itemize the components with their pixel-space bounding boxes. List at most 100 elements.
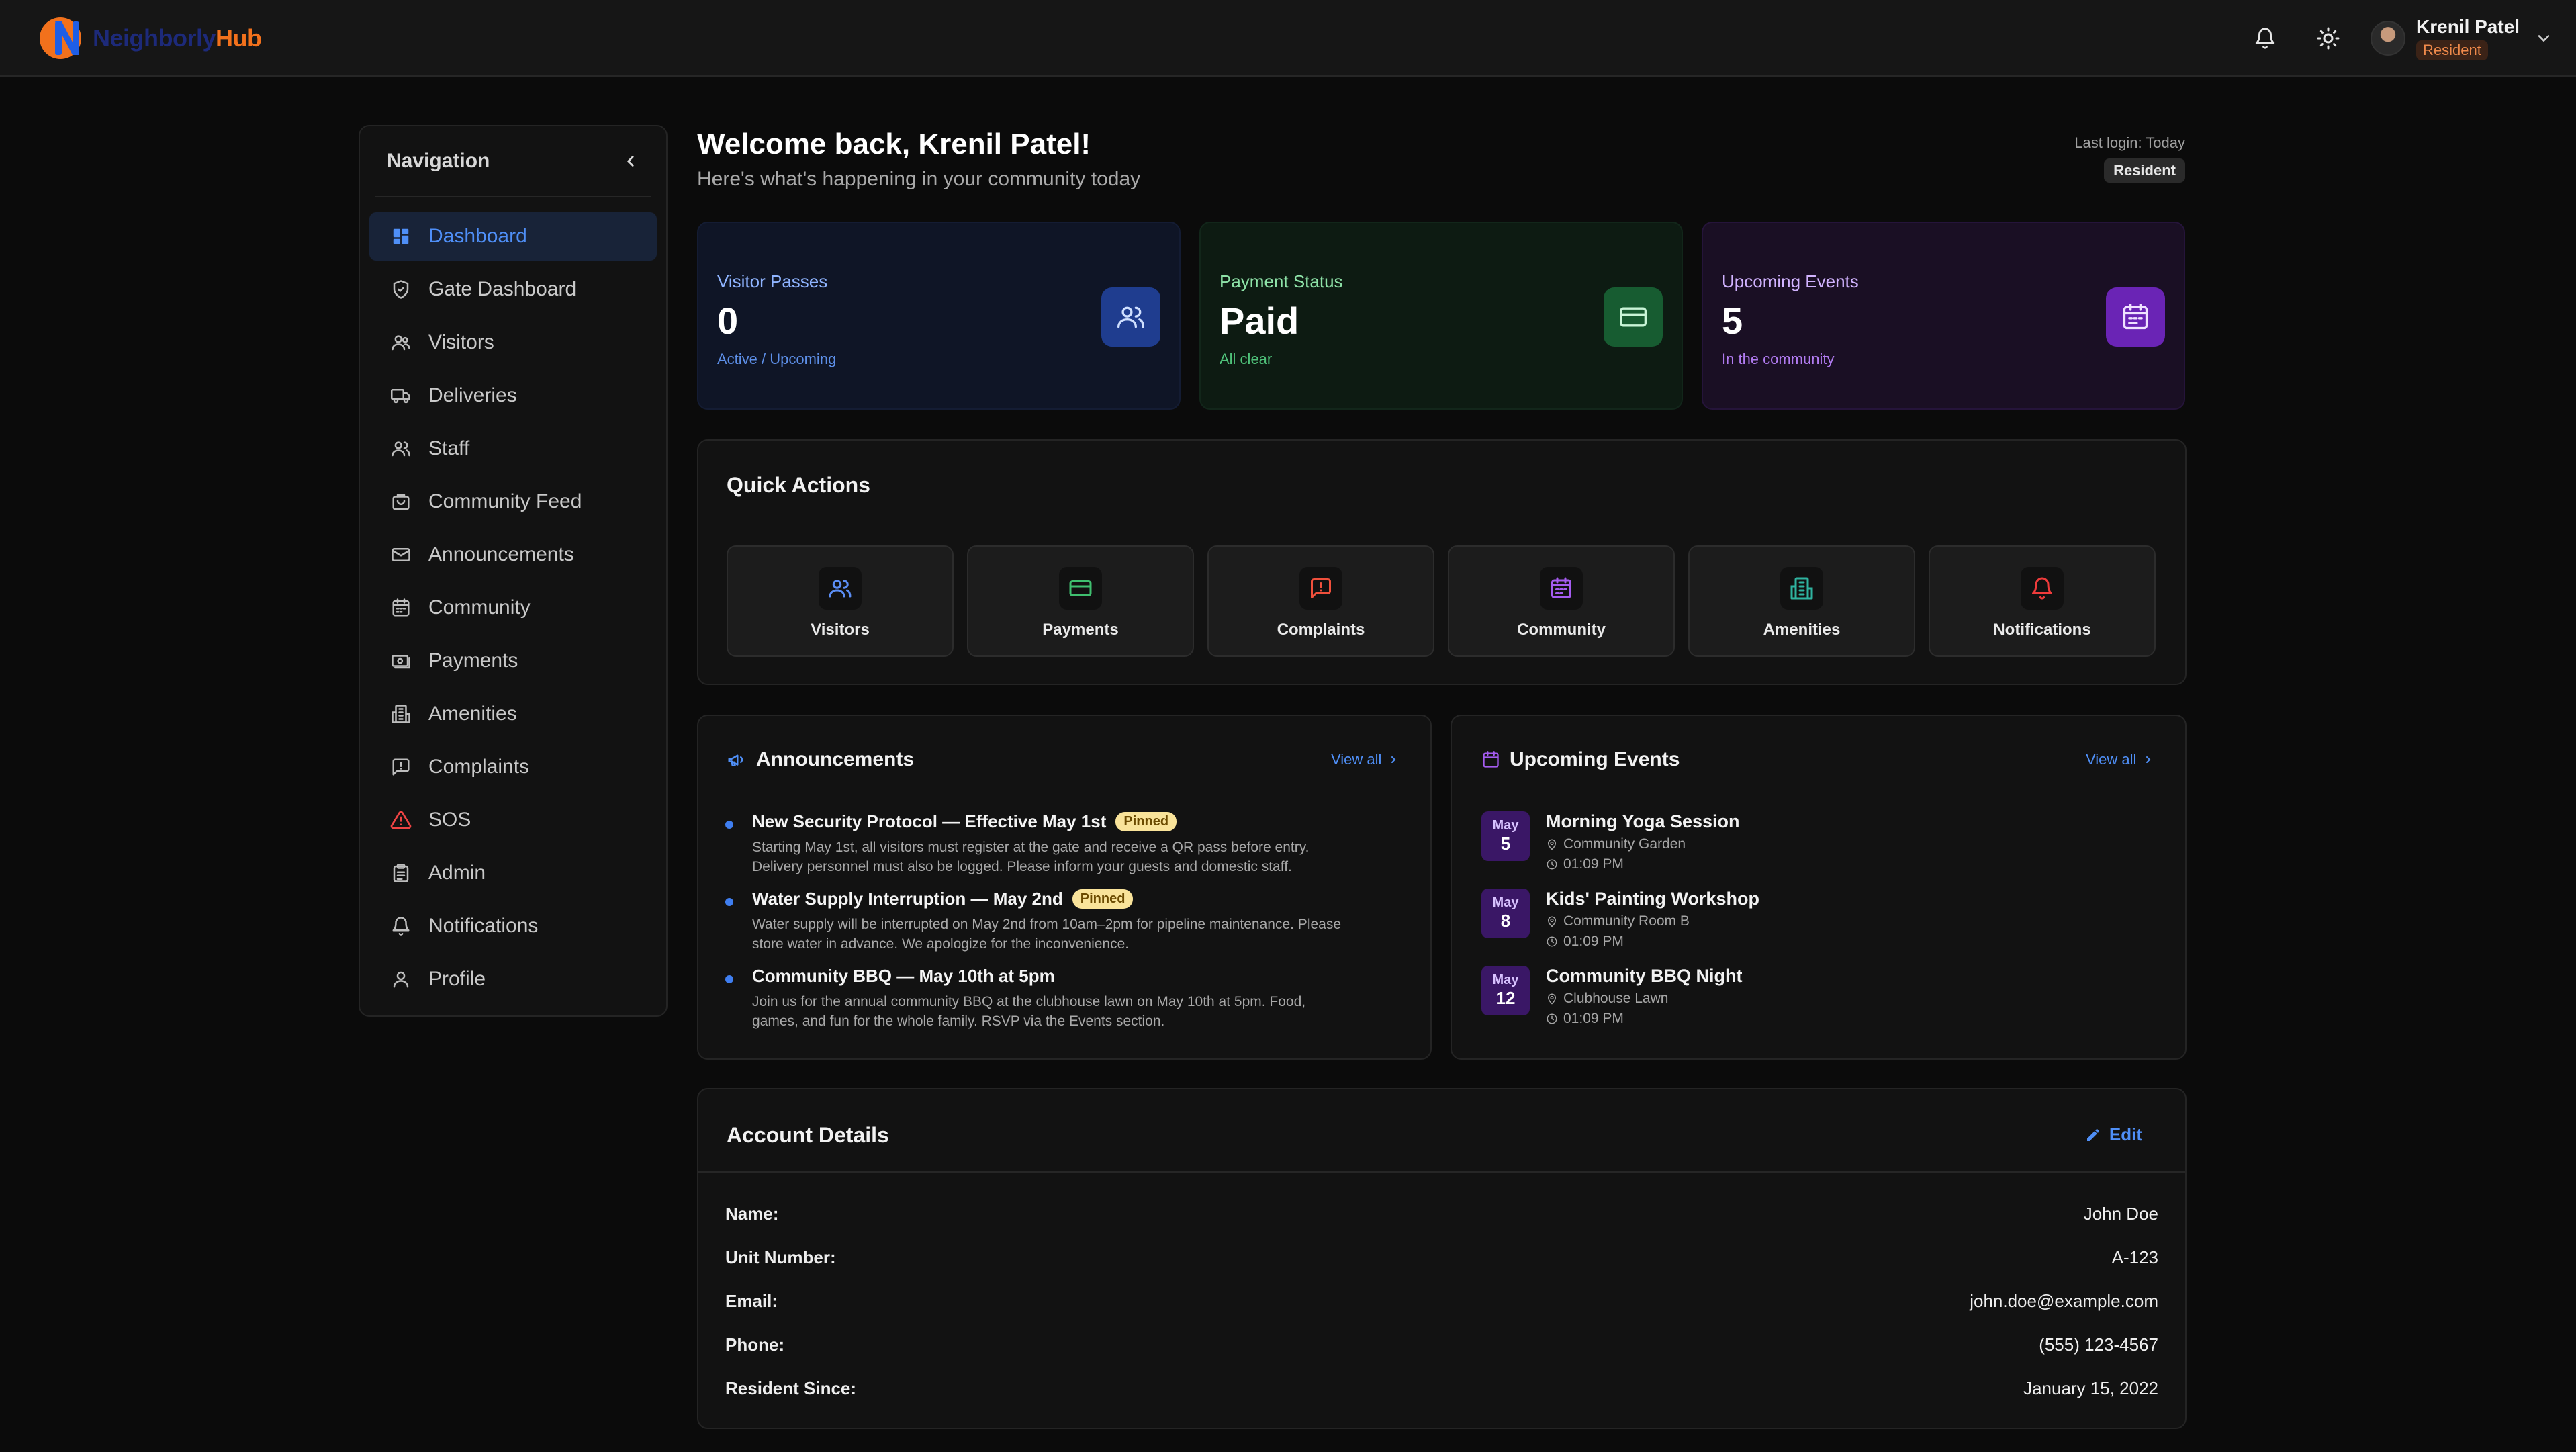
- events-view-all-link[interactable]: View all: [2086, 751, 2154, 768]
- sidebar-item-label: Community Feed: [428, 490, 582, 512]
- announcements-card: Announcements View all New Security Prot…: [697, 715, 1432, 1060]
- stat-card-upcoming-events[interactable]: Upcoming Events 5 In the community: [1702, 222, 2185, 410]
- announcement-body-line: Delivery personnel must also be logged. …: [752, 859, 1292, 874]
- quick-action-community[interactable]: Community: [1448, 545, 1675, 657]
- sidebar-item-label: Community: [428, 596, 531, 619]
- sidebar-item-payments[interactable]: Payments: [369, 637, 657, 685]
- sidebar-item-label: SOS: [428, 809, 471, 831]
- bullet-dot: [725, 821, 733, 829]
- event-month: May: [1492, 818, 1519, 833]
- user-menu[interactable]: Krenil Patel Resident: [2371, 15, 2553, 62]
- stat-card-visitor-passes[interactable]: Visitor Passes 0 Active / Upcoming: [697, 222, 1181, 410]
- account-row: Phone: (555) 123-4567: [725, 1334, 2158, 1355]
- bullet-dot: [725, 898, 733, 906]
- event-location: Community Garden: [1563, 836, 1686, 852]
- quick-action-visitors[interactable]: Visitors: [727, 545, 954, 657]
- pinned-badge: Pinned: [1115, 812, 1177, 831]
- announcement-body-line: Starting May 1st, all visitors must regi…: [752, 840, 1309, 855]
- announcement-body-line: Water supply will be interrupted on May …: [752, 917, 1342, 932]
- stat-subtext: In the community: [1722, 351, 1835, 367]
- banknote-icon: [392, 655, 410, 669]
- page-title: Welcome back, Krenil Patel!: [697, 128, 1091, 161]
- sidebar-item-visitors[interactable]: Visitors: [369, 318, 657, 367]
- bullet-dot: [725, 975, 733, 983]
- account-row: Resident Since: January 15, 2022: [725, 1378, 2158, 1399]
- sidebar-item-complaints[interactable]: Complaints: [369, 743, 657, 791]
- users-icon: [1117, 306, 1144, 328]
- building-icon: [1790, 577, 1813, 600]
- message-alert-icon: [392, 758, 410, 776]
- event-date-badge: May 12: [1481, 966, 1530, 1015]
- sidebar-item-community[interactable]: Community: [369, 584, 657, 632]
- sidebar-item-staff[interactable]: Staff: [369, 424, 657, 473]
- collapse-sidebar-icon[interactable]: [622, 152, 639, 170]
- quick-action-payments[interactable]: Payments: [967, 545, 1194, 657]
- sun-icon: [2317, 27, 2340, 50]
- building-icon: [392, 705, 410, 723]
- credit-card-icon: [1620, 307, 1647, 327]
- sidebar-item-gate-dashboard[interactable]: Gate Dashboard: [369, 265, 657, 314]
- event-item[interactable]: May 12 Community BBQ Night Clubhouse Law…: [1481, 966, 1742, 1027]
- event-item[interactable]: May 8 Kids' Painting Workshop Community …: [1481, 889, 1759, 950]
- event-time: 01:09 PM: [1563, 934, 1624, 949]
- sidebar-item-label: Payments: [428, 649, 518, 672]
- announcement-item[interactable]: Water Supply Interruption — May 2nd Pinn…: [725, 889, 1397, 954]
- quick-action-label: Visitors: [811, 621, 870, 639]
- announcement-item[interactable]: Community BBQ — May 10th at 5pm Join us …: [725, 966, 1397, 1031]
- stat-card-payment-status[interactable]: Payment Status Paid All clear: [1199, 222, 1683, 410]
- sidebar-item-notifications[interactable]: Notifications: [369, 902, 657, 950]
- account-details-card: Account Details Edit Name: John Doe Unit…: [697, 1088, 2187, 1429]
- quick-action-label: Payments: [1042, 621, 1119, 639]
- stat-icon-badge: [2106, 287, 2165, 347]
- theme-toggle-button[interactable]: [2313, 23, 2344, 54]
- event-day: 12: [1496, 988, 1516, 1008]
- role-badge: Resident: [2104, 158, 2185, 183]
- notifications-button[interactable]: [2250, 23, 2281, 54]
- pencil-icon: [2086, 1128, 2099, 1141]
- sidebar-item-announcements[interactable]: Announcements: [369, 531, 657, 579]
- sidebar-item-amenities[interactable]: Amenities: [369, 690, 657, 738]
- sidebar-item-community-feed[interactable]: Community Feed: [369, 478, 657, 526]
- event-name: Morning Yoga Session: [1546, 811, 1740, 831]
- event-time: 01:09 PM: [1563, 856, 1624, 872]
- stat-subtext: All clear: [1220, 351, 1273, 367]
- sidebar-item-label: Announcements: [428, 543, 574, 565]
- event-item[interactable]: May 5 Morning Yoga Session Community Gar…: [1481, 811, 1740, 872]
- announcement-title: Water Supply Interruption — May 2nd: [752, 889, 1063, 909]
- stat-value: Paid: [1220, 300, 1299, 342]
- sidebar-item-profile[interactable]: Profile: [369, 955, 657, 1003]
- user-role-badge: Resident: [2416, 40, 2488, 60]
- account-field-label: Email:: [725, 1291, 778, 1311]
- account-row: Name: John Doe: [725, 1204, 2158, 1224]
- brand-name: NeighborlyHub: [93, 24, 262, 52]
- edit-label: Edit: [2109, 1124, 2142, 1144]
- account-field-value: A-123: [2111, 1247, 2158, 1267]
- announcement-body: Water supply will be interrupted on May …: [752, 915, 1397, 954]
- quick-action-complaints[interactable]: Complaints: [1207, 545, 1434, 657]
- account-field-label: Unit Number:: [725, 1247, 836, 1267]
- sidebar-item-dashboard[interactable]: Dashboard: [369, 212, 657, 261]
- sidebar-item-admin[interactable]: Admin: [369, 849, 657, 897]
- account-field-label: Name:: [725, 1204, 779, 1224]
- edit-account-button[interactable]: Edit: [2085, 1124, 2142, 1145]
- sidebar-item-deliveries[interactable]: Deliveries: [369, 371, 657, 420]
- welcome-header: Welcome back, Krenil Patel! Here's what'…: [697, 128, 1140, 191]
- announcements-view-all-link[interactable]: View all: [1331, 751, 1399, 768]
- announcement-item[interactable]: New Security Protocol — Effective May 1s…: [725, 811, 1397, 876]
- truck-icon: [391, 389, 410, 404]
- view-all-label: View all: [2086, 751, 2137, 768]
- event-name: Kids' Painting Workshop: [1546, 889, 1759, 909]
- quick-action-notifications[interactable]: Notifications: [1929, 545, 2156, 657]
- sidebar-item-label: Profile: [428, 968, 486, 990]
- announcement-title: Community BBQ — May 10th at 5pm: [752, 966, 1055, 986]
- event-name: Community BBQ Night: [1546, 966, 1743, 986]
- sidebar-item-sos[interactable]: SOS: [369, 796, 657, 844]
- chevron-right-icon: [1391, 756, 1396, 763]
- quick-action-amenities[interactable]: Amenities: [1688, 545, 1915, 657]
- event-date-badge: May 5: [1481, 811, 1530, 861]
- calendar-icon: [1483, 751, 1499, 768]
- brand-logo[interactable]: NeighborlyHub: [38, 15, 262, 62]
- stat-label: Visitor Passes: [717, 271, 828, 291]
- account-field-value: January 15, 2022: [2023, 1378, 2158, 1398]
- clock-icon: [1547, 859, 1557, 870]
